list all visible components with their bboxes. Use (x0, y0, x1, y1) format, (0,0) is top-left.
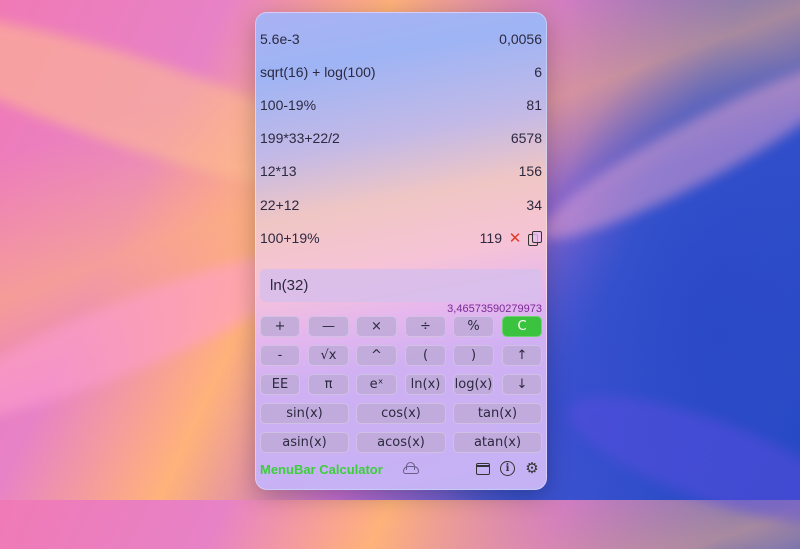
history-result: 81 (526, 96, 542, 113)
result-preview: 3,46573590279973 (447, 303, 542, 315)
expression-input-value: ln(32) (270, 277, 309, 294)
open-paren-button[interactable]: ( (405, 345, 446, 366)
log-button[interactable]: log(x) (453, 374, 494, 395)
pi-button[interactable]: π (308, 374, 349, 395)
history-up-button[interactable]: ↑ (502, 345, 542, 366)
close-paren-button[interactable]: ) (453, 345, 494, 366)
history-expression: 199*33+22/2 (260, 129, 340, 146)
history-result: 6 (534, 63, 542, 80)
power-button[interactable]: ^ (356, 345, 397, 366)
cloud-icon[interactable] (401, 461, 421, 477)
ee-button[interactable]: EE (260, 374, 300, 395)
history-down-button[interactable]: ↓ (502, 374, 542, 395)
history-row[interactable]: 199*33+22/2 6578 (256, 121, 546, 154)
divide-button[interactable]: ÷ (405, 316, 446, 337)
info-icon[interactable]: i (500, 461, 515, 476)
close-icon[interactable]: ✕ (508, 229, 522, 247)
history-row[interactable]: 12*13 156 (256, 154, 546, 187)
tan-button[interactable]: tan(x) (453, 403, 542, 424)
minus-button[interactable]: — (308, 316, 349, 337)
expression-input[interactable]: ln(32) (260, 269, 542, 302)
history-row[interactable]: sqrt(16) + log(100) 6 (256, 55, 546, 88)
exp-button[interactable]: eˣ (356, 374, 397, 395)
clear-button[interactable]: C (502, 316, 542, 337)
gear-icon[interactable]: ⚙ (524, 461, 540, 477)
history-expression: 12*13 (260, 162, 297, 179)
acos-button[interactable]: acos(x) (356, 432, 446, 453)
multiply-button[interactable]: × (356, 316, 397, 337)
history-expression: 100+19% (260, 229, 320, 246)
history-row[interactable]: 100+19% 119 ✕ (256, 221, 546, 254)
history-row[interactable]: 22+12 34 (256, 188, 546, 221)
history-result: 6578 (510, 129, 542, 146)
window-icon[interactable] (475, 461, 491, 477)
history-expression: 22+12 (260, 196, 300, 213)
plus-button[interactable]: + (260, 316, 300, 337)
history-row[interactable]: 5.6e-3 0,0056 (256, 22, 546, 55)
wallpaper-streak (526, 39, 800, 261)
history-expression: 100-19% (260, 96, 317, 113)
copy-icon[interactable] (528, 230, 542, 246)
ln-button[interactable]: ln(x) (405, 374, 446, 395)
history-result: 156 (518, 162, 542, 179)
history-result: 119 (479, 229, 502, 246)
app-title: MenuBar Calculator (260, 462, 383, 477)
cos-button[interactable]: cos(x) (356, 403, 446, 424)
history-row[interactable]: 100-19% 81 (256, 88, 546, 121)
calculator-window: 5.6e-3 0,0056 sqrt(16) + log(100) 6 100-… (255, 12, 547, 490)
atan-button[interactable]: atan(x) (453, 432, 542, 453)
history-expression: 5.6e-3 (260, 30, 300, 47)
history-result: 0,0056 (499, 30, 542, 47)
wallpaper-streak (555, 371, 800, 549)
history-result: 34 (526, 196, 542, 213)
percent-button[interactable]: % (453, 316, 494, 337)
history-expression: sqrt(16) + log(100) (260, 63, 376, 80)
asin-button[interactable]: asin(x) (260, 432, 349, 453)
sin-button[interactable]: sin(x) (260, 403, 349, 424)
sqrt-button[interactable]: √x (308, 345, 349, 366)
negate-button[interactable]: - (260, 345, 300, 366)
